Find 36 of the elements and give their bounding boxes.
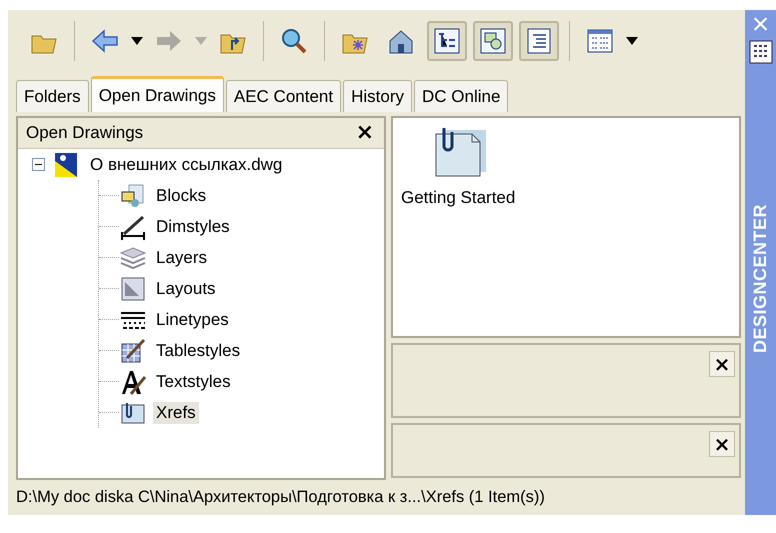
status-text: D:\My doc diska C\Nina\Архитекторы\Подготовка к з...\Xrefs (1 Item(s)) xyxy=(16,488,545,507)
tree-item[interactable]: Tablestyles xyxy=(153,340,244,362)
collapse-toggle[interactable] xyxy=(32,158,45,171)
close-button[interactable]: × xyxy=(354,122,376,144)
search-icon xyxy=(279,26,309,56)
table-brush-icon xyxy=(119,338,147,364)
dropdown-caret-icon[interactable] xyxy=(626,37,638,45)
tree-item[interactable]: Dimstyles xyxy=(153,216,233,238)
toolbar-button[interactable] xyxy=(519,21,559,61)
text-style-icon xyxy=(119,368,147,394)
layout-sheet-icon xyxy=(119,276,147,302)
close-button[interactable]: × xyxy=(709,431,735,457)
tree-view-icon xyxy=(432,26,462,56)
tree-item[interactable]: Xrefs xyxy=(153,402,199,424)
preview-icon xyxy=(478,26,508,56)
dropdown-caret-icon[interactable] xyxy=(131,37,143,45)
tree-item[interactable]: О внешних ссылках.dwg xyxy=(87,154,286,176)
tab[interactable]: History xyxy=(343,80,412,112)
tab[interactable]: Open Drawings xyxy=(90,76,224,112)
close-button[interactable]: × xyxy=(709,351,735,377)
grid-icon[interactable] xyxy=(748,40,772,64)
tree-item[interactable]: Blocks xyxy=(153,184,210,206)
tab[interactable]: DC Online xyxy=(414,80,508,112)
tree-item[interactable]: Textstyles xyxy=(153,370,234,392)
tab[interactable]: Folders xyxy=(16,80,89,112)
tree-item[interactable]: Layers xyxy=(153,246,210,268)
tree-item[interactable]: Linetypes xyxy=(153,308,232,330)
toolbar-button[interactable] xyxy=(473,21,513,61)
tab[interactable]: AEC Content xyxy=(226,80,342,112)
layers-icon xyxy=(119,244,147,270)
panel-title: Open Drawings xyxy=(26,123,144,143)
toolbar-button[interactable] xyxy=(427,21,467,61)
dimension-icon xyxy=(119,214,147,240)
side-bar-title: DESIGNCENTER xyxy=(750,204,771,354)
tree-item[interactable]: Layouts xyxy=(153,278,219,300)
item-label[interactable]: Getting Started xyxy=(401,188,516,208)
